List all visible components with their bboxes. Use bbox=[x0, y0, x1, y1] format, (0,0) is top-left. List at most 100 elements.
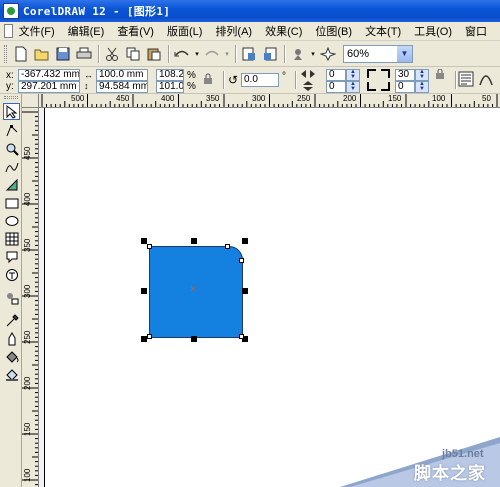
ruler-label: 200 bbox=[343, 94, 357, 103]
ruler-label: 150 bbox=[388, 94, 402, 103]
horizontal-ruler[interactable]: 500 450 400 350 300 250 200 150 100 50 bbox=[39, 94, 500, 108]
lock-ratio-icon[interactable] bbox=[203, 73, 213, 85]
pick-tool-icon[interactable] bbox=[3, 103, 20, 120]
page-border bbox=[45, 108, 500, 109]
ruler-label: 350 bbox=[23, 238, 32, 252]
ellipse-tool-icon[interactable] bbox=[3, 212, 20, 229]
chevron-down-icon[interactable]: ▼ bbox=[397, 45, 412, 62]
property-separator bbox=[223, 71, 224, 89]
undo-dropdown-icon[interactable]: ▾ bbox=[193, 44, 201, 64]
vertical-ruler[interactable]: 450 400 350 300 250 200 150 100 bbox=[22, 108, 39, 487]
wrap-text-icon[interactable] bbox=[458, 71, 474, 87]
corner-node[interactable] bbox=[147, 244, 152, 249]
launcher-dropdown-icon[interactable]: ▾ bbox=[309, 44, 317, 64]
corner-roundness-top-left[interactable]: 0 bbox=[326, 69, 346, 81]
menu-layout[interactable]: 版面(L) bbox=[167, 23, 202, 39]
y-position-field[interactable]: 297.201 mm bbox=[18, 81, 80, 93]
ruler-label: 100 bbox=[432, 94, 446, 103]
selection-handle[interactable] bbox=[242, 238, 248, 244]
menu-effects[interactable]: 效果(C) bbox=[265, 23, 302, 39]
app-launcher-icon[interactable] bbox=[318, 44, 338, 64]
property-separator bbox=[455, 71, 456, 89]
x-position-field[interactable]: -367.432 mm bbox=[18, 69, 80, 81]
width-field[interactable]: 100.0 mm bbox=[96, 69, 148, 81]
import-icon[interactable] bbox=[239, 44, 259, 64]
ruler-label: 150 bbox=[23, 422, 32, 436]
spin-arrows-icon[interactable]: ▲ ▼ bbox=[415, 81, 429, 93]
menu-arrange[interactable]: 排列(A) bbox=[215, 23, 252, 39]
spin-arrows-icon[interactable]: ▲ ▼ bbox=[415, 69, 429, 81]
open-icon[interactable] bbox=[32, 44, 52, 64]
rotation-field[interactable]: 0.0 bbox=[241, 73, 279, 87]
corner-top-left-icon bbox=[367, 69, 377, 79]
menu-text[interactable]: 文本(T) bbox=[365, 23, 401, 39]
center-marker-icon[interactable]: × bbox=[190, 285, 196, 295]
basic-shapes-tool-icon[interactable] bbox=[3, 248, 20, 265]
interactive-blend-tool-icon[interactable] bbox=[3, 289, 20, 306]
save-icon[interactable] bbox=[53, 44, 73, 64]
smart-fill-tool-icon[interactable] bbox=[3, 176, 20, 193]
corner-roundness-top-right[interactable]: 30 bbox=[395, 69, 415, 81]
menu-window[interactable]: 窗口 bbox=[465, 23, 487, 39]
eyedropper-tool-icon[interactable] bbox=[3, 312, 20, 329]
standard-toolbar: ▾ ▾ ▾ 60% ▼ bbox=[0, 41, 500, 67]
mirror-horizontal-icon[interactable] bbox=[300, 69, 316, 79]
spin-arrows-icon[interactable]: ▲ ▼ bbox=[346, 81, 360, 93]
ruler-label: 450 bbox=[23, 146, 32, 160]
toolbar-grip[interactable] bbox=[4, 44, 7, 63]
redo-icon[interactable] bbox=[202, 44, 222, 64]
corner-roundness-bottom-right[interactable]: 0 bbox=[395, 81, 415, 93]
selection-handle[interactable] bbox=[141, 288, 147, 294]
scale-x-field[interactable]: 108.2 bbox=[156, 69, 184, 81]
fill-tool-icon[interactable] bbox=[3, 348, 20, 365]
rounded-rectangle-shape[interactable] bbox=[149, 246, 243, 338]
corner-top-right-icon bbox=[380, 69, 390, 79]
menu-bar: 文件(F) 编辑(E) 查看(V) 版面(L) 排列(A) 效果(C) 位图(B… bbox=[0, 22, 500, 41]
corner-node[interactable] bbox=[239, 258, 244, 263]
ruler-label: 450 bbox=[116, 94, 130, 103]
toolbox-grip[interactable] bbox=[4, 96, 18, 99]
zoom-tool-icon[interactable] bbox=[3, 140, 20, 157]
export-icon[interactable] bbox=[260, 44, 280, 64]
corner-roundness-bottom-left[interactable]: 0 bbox=[326, 81, 346, 93]
menu-bitmaps[interactable]: 位图(B) bbox=[315, 23, 352, 39]
polygon-tool-icon[interactable] bbox=[3, 230, 20, 247]
interactive-fill-tool-icon[interactable] bbox=[3, 366, 20, 383]
freehand-tool-icon[interactable] bbox=[3, 158, 20, 175]
spin-arrows-icon[interactable]: ▲ ▼ bbox=[346, 69, 360, 81]
document-menu-icon[interactable] bbox=[4, 24, 13, 38]
ruler-origin[interactable] bbox=[22, 94, 39, 108]
height-field[interactable]: 94.584 mm bbox=[96, 81, 148, 93]
text-tool-icon[interactable] bbox=[3, 266, 20, 283]
toolbar-separator bbox=[235, 44, 236, 63]
selection-handle[interactable] bbox=[191, 336, 197, 342]
new-icon[interactable] bbox=[11, 44, 31, 64]
mirror-vertical-icon[interactable] bbox=[300, 81, 316, 91]
coreldraw-app-icon[interactable] bbox=[3, 3, 19, 19]
print-icon[interactable] bbox=[74, 44, 94, 64]
ruler-label: 300 bbox=[23, 284, 32, 298]
outline-tool-icon[interactable] bbox=[3, 330, 20, 347]
launcher-icon[interactable] bbox=[288, 44, 308, 64]
selection-handle[interactable] bbox=[242, 288, 248, 294]
rotate-icon: ↺ bbox=[228, 73, 239, 87]
menu-tools[interactable]: 工具(O) bbox=[414, 23, 452, 39]
paste-icon[interactable] bbox=[144, 44, 164, 64]
scale-y-field[interactable]: 101.0 bbox=[156, 81, 184, 93]
to-curves-icon[interactable] bbox=[478, 71, 494, 87]
redo-dropdown-icon[interactable]: ▾ bbox=[223, 44, 231, 64]
selection-handle[interactable] bbox=[191, 238, 197, 244]
corner-node[interactable] bbox=[239, 334, 244, 339]
corner-node[interactable] bbox=[225, 244, 230, 249]
lock-corners-icon[interactable] bbox=[436, 69, 444, 79]
cut-icon[interactable] bbox=[102, 44, 122, 64]
rectangle-tool-icon[interactable] bbox=[3, 194, 20, 211]
zoom-level-select[interactable]: 60% ▼ bbox=[343, 44, 413, 63]
menu-view[interactable]: 查看(V) bbox=[117, 23, 154, 39]
shape-tool-icon[interactable] bbox=[3, 122, 20, 139]
copy-icon[interactable] bbox=[123, 44, 143, 64]
corner-node[interactable] bbox=[147, 334, 152, 339]
menu-file[interactable]: 文件(F) bbox=[19, 23, 55, 39]
menu-edit[interactable]: 编辑(E) bbox=[68, 23, 105, 39]
undo-icon[interactable] bbox=[172, 44, 192, 64]
